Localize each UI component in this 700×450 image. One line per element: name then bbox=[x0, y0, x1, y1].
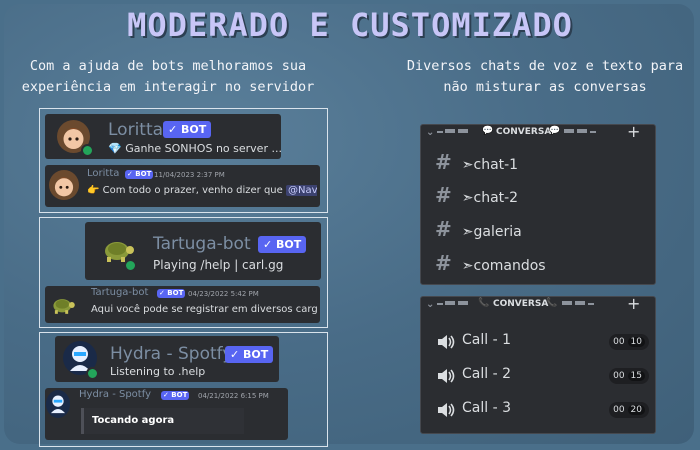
divider-bar bbox=[577, 129, 587, 133]
loritta-profile-card[interactable]: Loritta ✓ BOT 💎 Ganhe SONHOS no server .… bbox=[45, 114, 282, 159]
voice-channels-panel: ⌄ 📞 CONVERSA 📞 + Call - 1 00 10 Call - 2 … bbox=[420, 294, 656, 434]
hydra-message: Hydra - Spotfy ✓ BOT 04/21/2022 6:15 PM … bbox=[45, 388, 288, 440]
speech-bubble-icon: 💬 bbox=[482, 126, 494, 136]
loritta-message: Loritta ✓ BOT 11/04/2023 2:37 PM 👉 Com t… bbox=[45, 165, 320, 207]
divider-bar bbox=[564, 129, 574, 133]
divider-bar bbox=[590, 131, 596, 133]
voice-channel-item[interactable]: Call - 3 00 20 bbox=[421, 399, 655, 421]
speaker-icon bbox=[438, 369, 455, 383]
message-text: Aqui você pode se registrar em diversos … bbox=[91, 304, 317, 315]
phone-icon: 📞 bbox=[546, 298, 558, 308]
hydra-avatar-small bbox=[46, 390, 70, 418]
bot-status: Listening to .help bbox=[110, 365, 206, 378]
message-text: 👉 Com todo o prazer, venho dizer que @Na… bbox=[87, 185, 317, 196]
page-title: MODERADO E CUSTOMIZADO bbox=[127, 6, 573, 44]
add-channel-plus-icon[interactable]: + bbox=[627, 294, 640, 313]
message-author[interactable]: Tartuga-bot bbox=[91, 287, 148, 298]
divider-bar bbox=[437, 131, 443, 133]
voice-channel-name: Call - 3 bbox=[462, 400, 511, 416]
text-channel-item[interactable]: # ➣chat-1 bbox=[435, 150, 518, 174]
online-status-icon bbox=[81, 144, 94, 157]
bot-badge: ✓ BOT bbox=[125, 170, 154, 179]
bot-badge: ✓ BOT bbox=[258, 236, 307, 253]
divider-bar bbox=[575, 301, 585, 305]
online-status-icon bbox=[86, 367, 99, 380]
bot-status: 💎 Ganhe SONHOS no server ... bbox=[108, 142, 282, 155]
text-channel-item[interactable]: # ➣chat-2 bbox=[435, 183, 518, 207]
loritta-avatar-small bbox=[49, 170, 79, 200]
text-channel-item[interactable]: # ➣galeria bbox=[435, 217, 522, 241]
embed-title: Tocando agora bbox=[92, 415, 175, 426]
category-header[interactable]: ⌄ 💬 CONVERSA 💬 + bbox=[421, 122, 655, 147]
message-timestamp: 04/21/2022 6:15 PM bbox=[198, 392, 269, 400]
message-timestamp: 11/04/2023 2:37 PM bbox=[154, 171, 225, 179]
user-limit-badge: 00 10 bbox=[609, 334, 649, 350]
bot-badge: ✓ BOT bbox=[163, 121, 212, 138]
message-author[interactable]: Hydra - Spotfy bbox=[79, 389, 151, 400]
text-channels-panel: ⌄ 💬 CONVERSA 💬 + # ➣chat-1 # ➣chat-2 # ➣gal… bbox=[420, 122, 656, 285]
voice-channel-name: Call - 1 bbox=[462, 332, 511, 348]
divider-bar bbox=[445, 301, 455, 305]
loritta-showcase: Loritta ✓ BOT 💎 Ganhe SONHOS no server .… bbox=[39, 108, 328, 213]
bot-status: Playing /help | carl.gg bbox=[153, 258, 284, 272]
category-header[interactable]: ⌄ 📞 CONVERSA 📞 + bbox=[421, 294, 655, 319]
hydra-profile-card[interactable]: Hydra - Spotfy ✓ BOT Listening to .help bbox=[55, 336, 279, 382]
speaker-icon bbox=[438, 335, 455, 349]
user-limit-badge: 00 20 bbox=[609, 402, 649, 418]
hash-icon: # bbox=[435, 150, 452, 174]
bot-badge: ✓ BOT bbox=[161, 391, 190, 400]
bot-badge: ✓ BOT bbox=[225, 346, 274, 363]
bot-name: Loritta bbox=[108, 120, 164, 140]
tartuga-profile-card[interactable]: Tartuga-bot ✓ BOT Playing /help | carl.g… bbox=[85, 222, 321, 280]
phone-icon: 📞 bbox=[478, 298, 490, 308]
bot-name: Tartuga-bot bbox=[153, 234, 251, 254]
speaker-icon bbox=[438, 403, 455, 417]
divider-bar bbox=[458, 129, 468, 133]
user-mention[interactable]: @Navez bbox=[285, 185, 317, 196]
voice-channel-item[interactable]: Call - 2 00 15 bbox=[421, 365, 655, 387]
hash-icon: # bbox=[435, 251, 452, 275]
bot-badge: ✓ BOT bbox=[157, 289, 186, 298]
left-subtitle: Com a ajuda de bots melhoramos sua exper… bbox=[21, 58, 315, 95]
chevron-down-icon: ⌄ bbox=[426, 299, 435, 310]
hash-icon: # bbox=[435, 183, 452, 207]
bot-name: Hydra - Spotfy bbox=[110, 344, 233, 364]
divider-bar bbox=[458, 301, 468, 305]
hydra-showcase: Hydra - Spotfy ✓ BOT Listening to .help … bbox=[39, 332, 328, 447]
chevron-down-icon: ⌄ bbox=[426, 127, 435, 138]
right-subtitle: Diversos chats de voz e texto para não m… bbox=[406, 58, 684, 95]
tartuga-avatar-small bbox=[49, 291, 77, 319]
voice-channel-name: Call - 2 bbox=[462, 366, 511, 382]
online-status-icon bbox=[124, 259, 137, 272]
user-limit-badge: 00 15 bbox=[609, 368, 649, 384]
text-channel-item[interactable]: # ➣comandos bbox=[435, 251, 546, 275]
message-author[interactable]: Loritta bbox=[87, 168, 119, 179]
voice-channel-item[interactable]: Call - 1 00 10 bbox=[421, 331, 655, 353]
speech-bubble-icon: 💬 bbox=[549, 126, 561, 136]
tartuga-showcase: Tartuga-bot ✓ BOT Playing /help | carl.g… bbox=[39, 217, 328, 328]
hash-icon: # bbox=[435, 217, 452, 241]
category-label: CONVERSA bbox=[496, 127, 552, 137]
category-label: CONVERSA bbox=[493, 299, 549, 309]
message-embed: Tocando agora bbox=[81, 408, 244, 434]
divider-bar bbox=[445, 129, 455, 133]
add-channel-plus-icon[interactable]: + bbox=[627, 122, 640, 141]
message-timestamp: 04/23/2022 5:42 PM bbox=[188, 290, 259, 298]
divider-bar bbox=[562, 301, 572, 305]
divider-bar bbox=[437, 303, 443, 305]
divider-bar bbox=[588, 303, 594, 305]
tartuga-message: Tartuga-bot ✓ BOT 04/23/2022 5:42 PM Aqu… bbox=[45, 286, 320, 323]
